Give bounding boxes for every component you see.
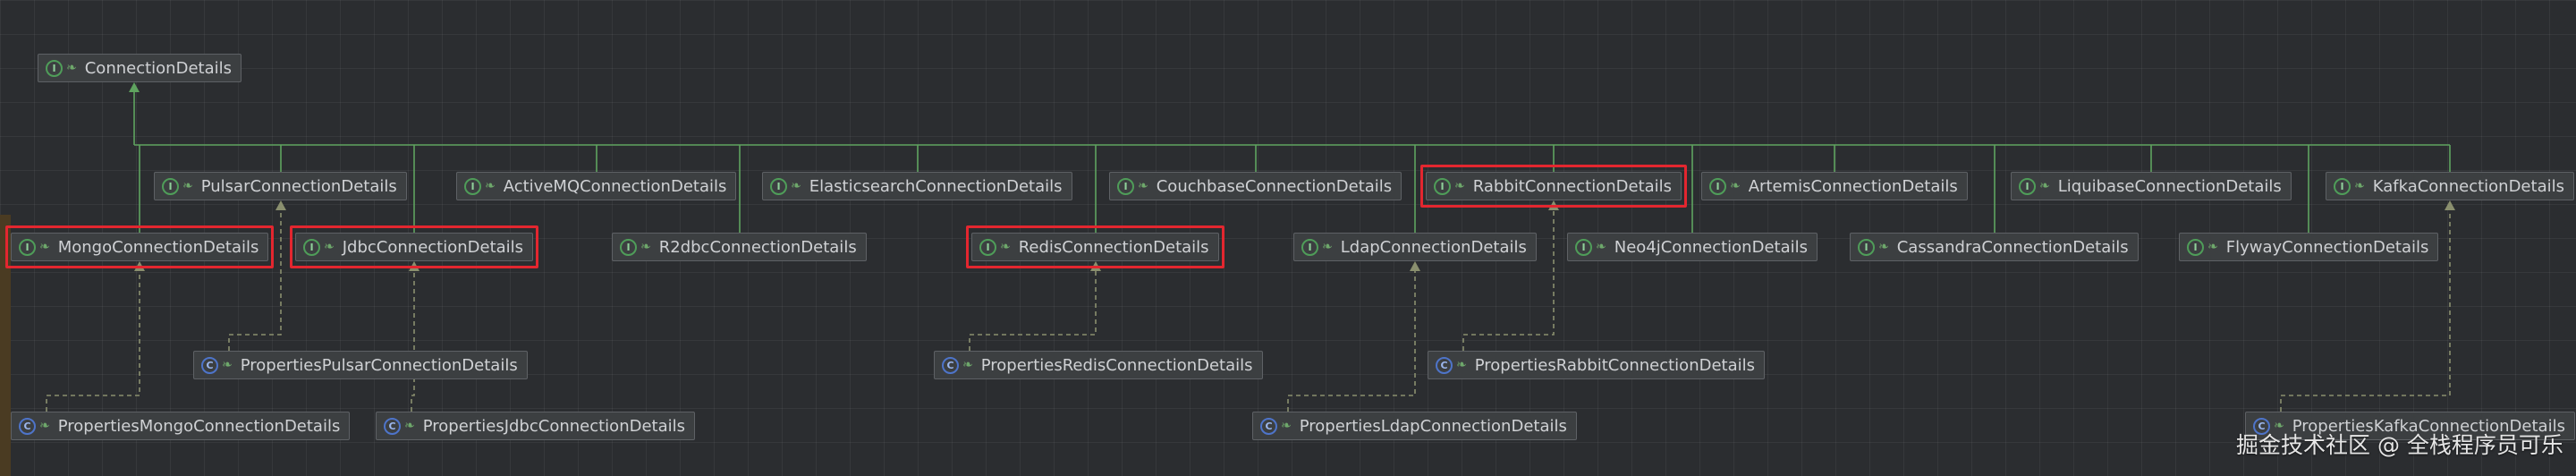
leaf-icon: ❧ (640, 240, 651, 254)
implements-edge-p_ldap (1287, 263, 1416, 412)
leaf-icon: ❧ (1878, 240, 1889, 254)
interface-icon: I (620, 238, 637, 256)
leaf-icon: ❧ (1138, 179, 1148, 193)
node-kafka-connection-details[interactable]: I ❧ KafkaConnectionDetails (2326, 172, 2574, 200)
node-r2dbc-connection-details[interactable]: I ❧ R2dbcConnectionDetails (612, 233, 867, 261)
interface-icon: I (1858, 238, 1875, 256)
extends-arrow-root (129, 82, 140, 92)
leaf-icon: ❧ (791, 179, 801, 193)
node-artemis-connection-details[interactable]: I ❧ ArtemisConnectionDetails (1701, 172, 1968, 200)
node-properties-jdbc-connection-details[interactable]: C ❧ PropertiesJdbcConnectionDetails (376, 412, 696, 440)
node-neo4j-connection-details[interactable]: I ❧ Neo4jConnectionDetails (1567, 233, 1818, 261)
node-cassandra-connection-details[interactable]: I ❧ CassandraConnectionDetails (1850, 233, 2139, 261)
node-connection-details[interactable]: I ❧ ConnectionDetails (38, 54, 242, 82)
node-label: LiquibaseConnectionDetails (2057, 176, 2282, 196)
implements-edge-p_jdbc (411, 263, 415, 412)
implements-edge-p_rabbit (1462, 202, 1555, 351)
leaf-icon: ❧ (2354, 179, 2365, 193)
leaf-icon: ❧ (485, 179, 496, 193)
node-properties-pulsar-connection-details[interactable]: C ❧ PropertiesPulsarConnectionDetails (193, 351, 528, 379)
node-label: PropertiesPulsarConnectionDetails (240, 355, 518, 375)
leaf-icon: ❧ (1456, 358, 1467, 372)
leaf-icon: ❧ (222, 358, 233, 372)
node-label: PropertiesMongoConnectionDetails (57, 416, 341, 436)
leaf-icon: ❧ (2207, 240, 2218, 254)
node-elasticsearch-connection-details[interactable]: I ❧ ElasticsearchConnectionDetails (762, 172, 1072, 200)
node-properties-redis-connection-details[interactable]: C ❧ PropertiesRedisConnectionDetails (934, 351, 1263, 379)
class-icon: C (1436, 356, 1453, 374)
implements-arrow-kafka (2445, 200, 2455, 210)
node-label: Neo4jConnectionDetails (1614, 237, 1808, 257)
class-icon: C (201, 356, 218, 374)
node-label: CassandraConnectionDetails (1896, 237, 2129, 257)
interface-icon: I (1709, 177, 1726, 195)
leaf-icon: ❧ (1322, 240, 1333, 254)
node-activemq-connection-details[interactable]: I ❧ ActiveMQConnectionDetails (456, 172, 737, 200)
highlight-box-redis (966, 225, 1224, 268)
node-label: FlywayConnectionDetails (2225, 237, 2429, 257)
interface-icon: I (162, 177, 179, 195)
node-label: ActiveMQConnectionDetails (503, 176, 727, 196)
interface-icon: I (1575, 238, 1592, 256)
watermark: 掘金技术社区 @ 全栈程序员可乐 (2236, 432, 2563, 458)
node-label: CouchbaseConnectionDetails (1156, 176, 1393, 196)
class-icon: C (942, 356, 959, 374)
node-label: ConnectionDetails (84, 58, 232, 78)
implements-edge-p_pulsar (228, 202, 282, 351)
node-label: ElasticsearchConnectionDetails (809, 176, 1063, 196)
interface-icon: I (2334, 177, 2351, 195)
implements-arrow-ldap (1410, 261, 1420, 271)
leaf-icon: ❧ (1596, 240, 1606, 254)
leaf-icon: ❧ (182, 179, 193, 193)
interface-icon: I (2187, 238, 2204, 256)
interface-icon: I (464, 177, 481, 195)
highlight-box-rabbit (1420, 165, 1687, 208)
node-label: PulsarConnectionDetails (200, 176, 397, 196)
leaf-icon: ❧ (2039, 179, 2050, 193)
interface-icon: I (46, 59, 63, 77)
class-icon: C (19, 417, 36, 435)
leaf-icon: ❧ (962, 358, 973, 372)
node-label: PropertiesRedisConnectionDetails (980, 355, 1253, 375)
node-label: LdapConnectionDetails (1340, 237, 1527, 257)
node-label: KafkaConnectionDetails (2372, 176, 2564, 196)
interface-icon: I (1301, 238, 1318, 256)
node-label: PropertiesJdbcConnectionDetails (422, 416, 686, 436)
node-properties-mongo-connection-details[interactable]: C ❧ PropertiesMongoConnectionDetails (11, 412, 351, 440)
node-label: PropertiesRabbitConnectionDetails (1474, 355, 1756, 375)
node-properties-ldap-connection-details[interactable]: C ❧ PropertiesLdapConnectionDetails (1252, 412, 1577, 440)
leaf-icon: ❧ (39, 419, 50, 433)
node-label: R2dbcConnectionDetails (658, 237, 857, 257)
leaf-icon: ❧ (1730, 179, 1741, 193)
implements-edge-p_redis (969, 263, 1097, 351)
node-ldap-connection-details[interactable]: I ❧ LdapConnectionDetails (1293, 233, 1537, 261)
node-pulsar-connection-details[interactable]: I ❧ PulsarConnectionDetails (154, 172, 407, 200)
class-icon: C (1260, 417, 1277, 435)
leaf-icon: ❧ (66, 61, 77, 75)
implements-edge-p_mongo (46, 263, 140, 412)
highlight-box-mongo (5, 225, 274, 268)
highlight-box-jdbc (290, 225, 538, 268)
implements-arrow-pulsar (275, 200, 286, 210)
interface-icon: I (1117, 177, 1134, 195)
node-flyway-connection-details[interactable]: I ❧ FlywayConnectionDetails (2179, 233, 2439, 261)
interface-icon: I (770, 177, 787, 195)
node-properties-rabbit-connection-details[interactable]: C ❧ PropertiesRabbitConnectionDetails (1428, 351, 1766, 379)
class-icon: C (384, 417, 401, 435)
node-couchbase-connection-details[interactable]: I ❧ CouchbaseConnectionDetails (1109, 172, 1402, 200)
interface-icon: I (2019, 177, 2036, 195)
leaf-icon: ❧ (1281, 419, 1292, 433)
leaf-icon: ❧ (404, 419, 415, 433)
node-label: PropertiesLdapConnectionDetails (1299, 416, 1567, 436)
node-liquibase-connection-details[interactable]: I ❧ LiquibaseConnectionDetails (2011, 172, 2292, 200)
node-label: ArtemisConnectionDetails (1748, 176, 1958, 196)
